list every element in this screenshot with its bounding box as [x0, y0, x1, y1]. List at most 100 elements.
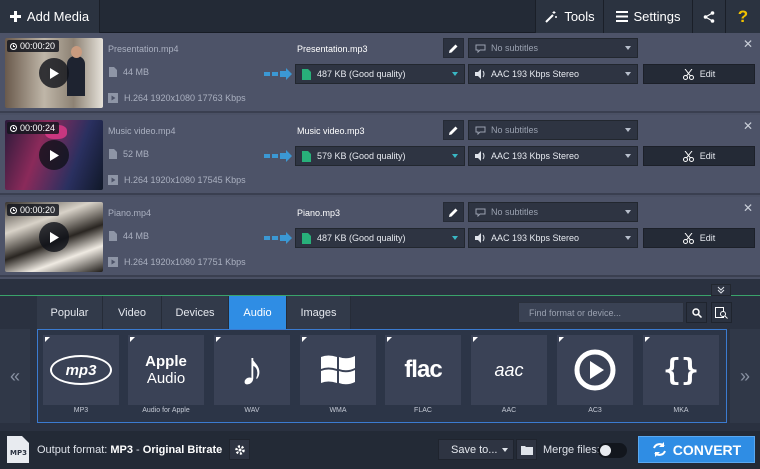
format-aac[interactable]: aac AAC [471, 335, 547, 419]
close-icon: ✕ [743, 201, 754, 215]
chevron-down-icon [452, 72, 458, 76]
format-mp3[interactable]: mp3 MP3 [43, 335, 119, 419]
save-to-dropdown[interactable]: Save to... [438, 439, 514, 460]
file-item[interactable]: 00:00:20 Piano.mp4 44 MB H.264 1920x1080… [0, 197, 760, 277]
settings-button[interactable]: Settings [604, 0, 693, 33]
output-filename[interactable]: Piano.mp3 [297, 208, 340, 218]
source-codec: H.264 1920x1080 17763 Kbps [108, 93, 246, 103]
add-media-button[interactable]: Add Media [0, 0, 100, 33]
remove-file-button[interactable]: ✕ [743, 201, 753, 215]
format-flac[interactable]: flac FLAC [385, 335, 461, 419]
remove-file-button[interactable]: ✕ [743, 37, 753, 51]
audio-track-dropdown[interactable]: AAC 193 Kbps Stereo [468, 146, 638, 166]
subtitles-icon [475, 208, 486, 217]
chevron-down-icon [452, 154, 458, 158]
open-folder-button[interactable] [516, 439, 537, 460]
tab-popular[interactable]: Popular [37, 296, 103, 329]
edit-button[interactable]: Edit [643, 146, 755, 166]
output-filename[interactable]: Presentation.mp3 [297, 44, 368, 54]
apple-audio-line1: Apple [145, 353, 187, 370]
formats-next-button[interactable]: » [730, 329, 760, 423]
chevron-down-icon [625, 210, 631, 214]
output-bitrate: Original Bitrate [142, 444, 223, 456]
detect-device-button[interactable] [711, 302, 732, 323]
collapse-panel-button[interactable] [711, 284, 731, 296]
source-size-text: 44 MB [123, 67, 150, 77]
merge-files-toggle[interactable] [598, 443, 627, 458]
format-apple-audio[interactable]: Apple Audio Audio for Apple [128, 335, 204, 419]
format-search-input[interactable]: Find format or device... [518, 302, 684, 323]
play-button[interactable] [39, 58, 69, 88]
apple-audio-logo: Apple Audio [128, 335, 204, 405]
scissors-icon [682, 232, 694, 244]
windows-logo-icon [321, 355, 355, 385]
search-button[interactable] [686, 302, 707, 323]
chevron-down-icon [625, 154, 631, 158]
output-format-separator: - [133, 444, 143, 456]
pencil-icon [449, 126, 458, 135]
format-ac3[interactable]: AC3 [557, 335, 633, 419]
rename-button[interactable] [443, 38, 464, 58]
subtitles-dropdown[interactable]: No subtitles [468, 38, 638, 58]
output-filename[interactable]: Music video.mp3 [297, 126, 365, 136]
convert-button[interactable]: CONVERT [638, 436, 755, 463]
subtitles-dropdown[interactable]: No subtitles [468, 120, 638, 140]
video-thumbnail[interactable]: 00:00:20 [5, 202, 103, 272]
output-settings-button[interactable] [229, 439, 250, 460]
tab-devices[interactable]: Devices [162, 296, 229, 329]
tab-audio[interactable]: Audio [229, 296, 287, 329]
quality-dropdown[interactable]: 487 KB (Good quality) [295, 228, 465, 248]
merge-files-label: Merge files: [543, 444, 600, 456]
file-item[interactable]: 00:00:20 Presentation.mp4 44 MB H.264 19… [0, 33, 760, 113]
tab-video[interactable]: Video [103, 296, 162, 329]
audio-track-dropdown[interactable]: AAC 193 Kbps Stereo [468, 228, 638, 248]
audio-track-text: AAC 193 Kbps Stereo [491, 151, 580, 161]
source-filename: Presentation.mp4 [108, 44, 179, 54]
format-label: MKA [673, 407, 689, 414]
chevron-right-icon: » [739, 365, 750, 386]
subtitles-dropdown[interactable]: No subtitles [468, 202, 638, 222]
play-button[interactable] [39, 140, 69, 170]
wma-tile [300, 335, 376, 405]
speaker-icon [475, 151, 485, 161]
edit-button[interactable]: Edit [643, 64, 755, 84]
music-note-icon: ♪ [240, 343, 264, 396]
scissors-icon [682, 68, 694, 80]
formats-prev-button[interactable]: « [0, 329, 30, 423]
quality-dropdown[interactable]: 579 KB (Good quality) [295, 146, 465, 166]
device-search-icon [715, 306, 728, 319]
video-thumbnail[interactable]: 00:00:20 [5, 38, 103, 108]
play-button[interactable] [39, 222, 69, 252]
play-icon [50, 231, 59, 243]
format-wav[interactable]: ♪ WAV [214, 335, 290, 419]
format-mka[interactable]: {} MKA [643, 335, 719, 419]
tools-label: Tools [564, 9, 595, 24]
rename-button[interactable] [443, 202, 464, 222]
quality-dropdown[interactable]: 487 KB (Good quality) [295, 64, 465, 84]
search-icon [691, 307, 702, 318]
rename-button[interactable] [443, 120, 464, 140]
speaker-icon [475, 233, 485, 243]
help-button[interactable]: ? [726, 0, 760, 33]
duration-text: 00:00:24 [20, 123, 56, 133]
chevron-down-icon [625, 236, 631, 240]
source-size-text: 52 MB [123, 149, 150, 159]
tab-images[interactable]: Images [287, 296, 351, 329]
source-size: 44 MB [108, 231, 149, 241]
format-label: AAC [501, 407, 517, 414]
source-codec-text: H.264 1920x1080 17545 Kbps [124, 175, 246, 185]
remove-file-button[interactable]: ✕ [743, 119, 753, 133]
gear-icon [234, 444, 245, 455]
clock-icon [10, 124, 17, 132]
play-icon [50, 149, 59, 161]
tools-button[interactable]: Tools [535, 0, 604, 33]
folder-icon [520, 445, 533, 455]
video-thumbnail[interactable]: 00:00:24 [5, 120, 103, 190]
aac-logo: aac [494, 359, 524, 380]
edit-button[interactable]: Edit [643, 228, 755, 248]
file-item[interactable]: 00:00:24 Music video.mp4 52 MB H.264 192… [0, 115, 760, 195]
file-list: 00:00:20 Presentation.mp4 44 MB H.264 19… [0, 33, 760, 279]
share-button[interactable] [693, 0, 726, 33]
format-wma[interactable]: WMA [300, 335, 376, 419]
audio-track-dropdown[interactable]: AAC 193 Kbps Stereo [468, 64, 638, 84]
